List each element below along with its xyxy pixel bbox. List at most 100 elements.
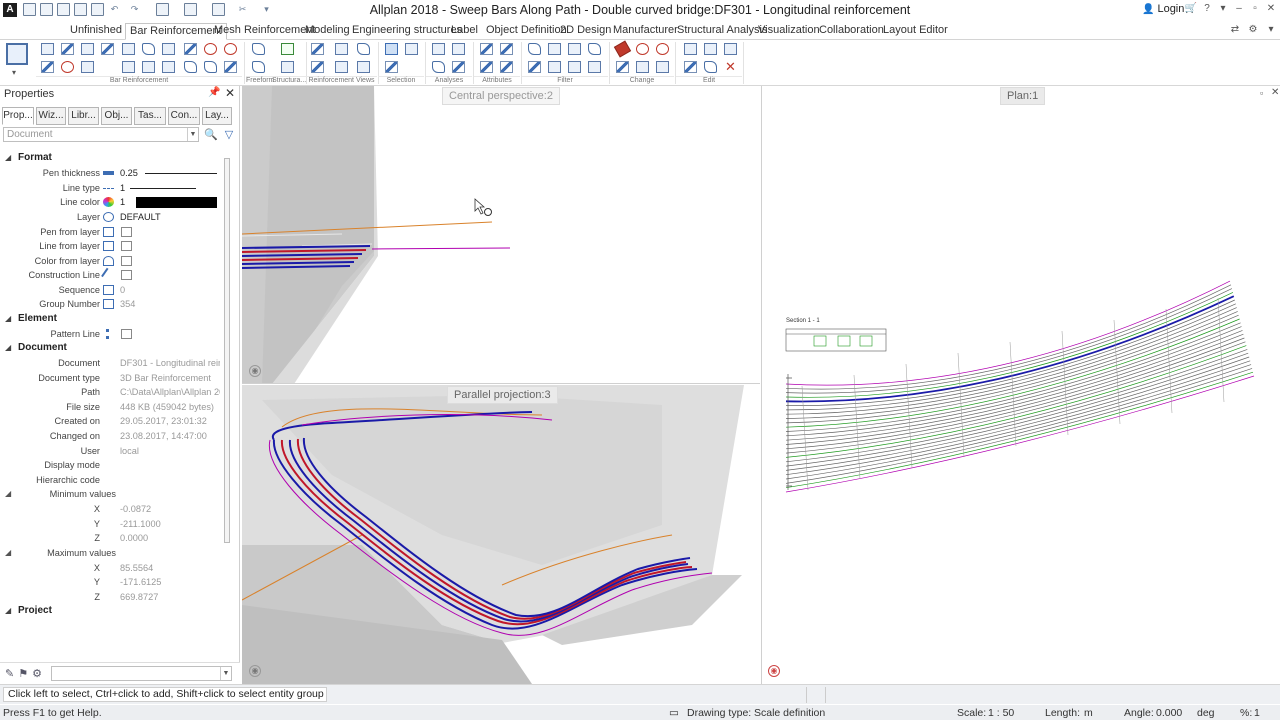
prop-line-from-layer[interactable]: Line from layer	[0, 240, 222, 254]
select-icon[interactable]	[385, 43, 398, 55]
view-3-icon[interactable]	[335, 61, 348, 73]
bar-bend-icon[interactable]	[142, 43, 155, 55]
customize-quick-access-icon[interactable]: ▾	[260, 3, 273, 16]
scrollbar-thumb[interactable]	[224, 158, 230, 543]
bar-shape-icon[interactable]	[41, 43, 54, 55]
tab-tasks[interactable]: Tas...	[134, 107, 166, 125]
filter-icon[interactable]	[528, 43, 541, 55]
search-icon[interactable]: 🔍	[204, 129, 218, 141]
project-icon[interactable]	[6, 43, 28, 65]
filter-6-icon[interactable]	[548, 61, 561, 73]
angle-unit[interactable]: deg	[1197, 707, 1215, 719]
print-icon[interactable]	[91, 3, 104, 16]
numbering-icon[interactable]	[452, 43, 465, 55]
scale-value[interactable]: 1 : 50	[988, 707, 1014, 719]
structural-element-icon[interactable]	[281, 43, 294, 55]
line-from-layer-checkbox[interactable]	[121, 241, 132, 251]
allplan-app-icon[interactable]: A	[3, 3, 17, 17]
favorites-select[interactable]: ▼	[51, 666, 232, 681]
prop-pattern-line[interactable]: Pattern Line	[0, 328, 222, 342]
section-project[interactable]: ◢ Project	[0, 605, 222, 614]
open-project-icon[interactable]	[40, 3, 53, 16]
view-2-icon[interactable]	[311, 61, 324, 73]
edit-5-icon[interactable]	[704, 61, 717, 73]
change-2-icon[interactable]	[656, 43, 669, 55]
attribute-4-icon[interactable]	[500, 61, 513, 73]
circular-placement-icon[interactable]	[204, 43, 217, 55]
filter-5-icon[interactable]	[528, 61, 541, 73]
login-button[interactable]: 👤 Login	[1142, 3, 1184, 15]
construction-line-checkbox[interactable]	[121, 270, 132, 280]
edit-3-icon[interactable]	[724, 43, 737, 55]
prop-construction-line[interactable]: Construction Line	[0, 267, 222, 283]
move-icon[interactable]	[636, 61, 649, 73]
viewport-plan[interactable]: Section 1 - 1 Plan:1 ▫ ✕ ◉	[761, 86, 1280, 684]
prop-pen-from-layer[interactable]: Pen from layer	[0, 226, 222, 240]
tab-visualization[interactable]: Visualization	[754, 23, 824, 40]
new-file-icon[interactable]	[23, 3, 36, 16]
structural-element-2-icon[interactable]	[281, 61, 294, 73]
tab-manufacturer[interactable]: Manufacturer	[609, 23, 682, 40]
close-button[interactable]: ✕	[1264, 2, 1278, 16]
close-palette-icon[interactable]: ✕	[225, 86, 235, 100]
edit-icon[interactable]	[684, 43, 697, 55]
edit-4-icon[interactable]	[684, 61, 697, 73]
bar-bundle-icon[interactable]	[162, 43, 175, 55]
abc-label-icon[interactable]	[432, 61, 445, 73]
view-arrow-icon[interactable]	[357, 43, 370, 55]
save-icon[interactable]	[74, 3, 87, 16]
mirror-icon[interactable]	[616, 61, 629, 73]
cart-icon[interactable]: 🛒	[1184, 2, 1198, 16]
curved-bar-icon[interactable]	[184, 43, 197, 55]
bar-view-icon[interactable]	[122, 43, 135, 55]
section-element[interactable]: ◢ Element	[0, 313, 222, 327]
filter-3-icon[interactable]	[568, 43, 581, 55]
redo-icon[interactable]: ↷	[128, 3, 141, 16]
edit-2-icon[interactable]	[704, 43, 717, 55]
pencil-icon[interactable]: ✎	[5, 668, 18, 680]
rotate-bar-icon[interactable]	[184, 61, 197, 73]
section-format[interactable]: ◢ Format	[0, 152, 222, 166]
tab-connect[interactable]: Con...	[168, 107, 200, 125]
bar-spacing-icon[interactable]	[101, 43, 114, 55]
navigation-icon[interactable]: ◉	[768, 665, 780, 677]
view-settings-icon[interactable]	[184, 3, 197, 16]
window-layout-icon[interactable]	[156, 3, 169, 16]
angle-value[interactable]: 0.000	[1156, 707, 1182, 719]
reinforcement-view-icon[interactable]	[311, 43, 324, 55]
filter-8-icon[interactable]	[588, 61, 601, 73]
coupler-icon[interactable]	[81, 61, 94, 73]
prop-color-from-layer[interactable]: Color from layer	[0, 255, 222, 269]
prop-line-type[interactable]: Line type 1	[0, 182, 222, 196]
attribute-icon[interactable]	[480, 43, 493, 55]
project-dropdown-icon[interactable]: ▾	[12, 68, 16, 77]
anchorage-icon[interactable]	[61, 61, 74, 73]
label-bar-icon[interactable]	[122, 61, 135, 73]
analyse-icon[interactable]	[432, 43, 445, 55]
attribute-2-icon[interactable]	[500, 43, 513, 55]
open-file-icon[interactable]	[57, 3, 70, 16]
maximize-button[interactable]: ▫	[1248, 2, 1262, 16]
filter-7-icon[interactable]	[568, 61, 581, 73]
tools-icon[interactable]: ✂	[236, 3, 249, 16]
navigation-icon[interactable]: ◉	[249, 665, 261, 677]
help-icon[interactable]: ?	[1200, 2, 1214, 16]
viewport-maximize-icon[interactable]: ▫	[1260, 88, 1263, 98]
ribbon-options-icon[interactable]: ▾	[1264, 23, 1278, 37]
tab-collaboration[interactable]: Collaboration	[815, 23, 888, 40]
prop-pen-thickness[interactable]: Pen thickness 0.25	[0, 167, 222, 181]
sweep-bars-icon[interactable]	[41, 61, 54, 73]
bar-schedule-icon[interactable]	[142, 61, 155, 73]
freeform-2-icon[interactable]	[252, 61, 265, 73]
tab-layers[interactable]: Lay...	[202, 107, 232, 125]
copy-icon[interactable]	[656, 61, 669, 73]
prop-hierarchic-code[interactable]: Hierarchic code	[0, 474, 222, 488]
pin-icon[interactable]: 📌	[208, 87, 220, 98]
filter-2-icon[interactable]	[548, 43, 561, 55]
properties-scrollbar[interactable]	[222, 150, 232, 674]
analyse-2-icon[interactable]	[452, 61, 465, 73]
layer-icon[interactable]	[212, 3, 225, 16]
pen-from-layer-checkbox[interactable]	[121, 227, 132, 237]
prop-display-mode[interactable]: Display mode	[0, 459, 222, 473]
favorites-icon[interactable]: ⚑	[18, 668, 32, 680]
